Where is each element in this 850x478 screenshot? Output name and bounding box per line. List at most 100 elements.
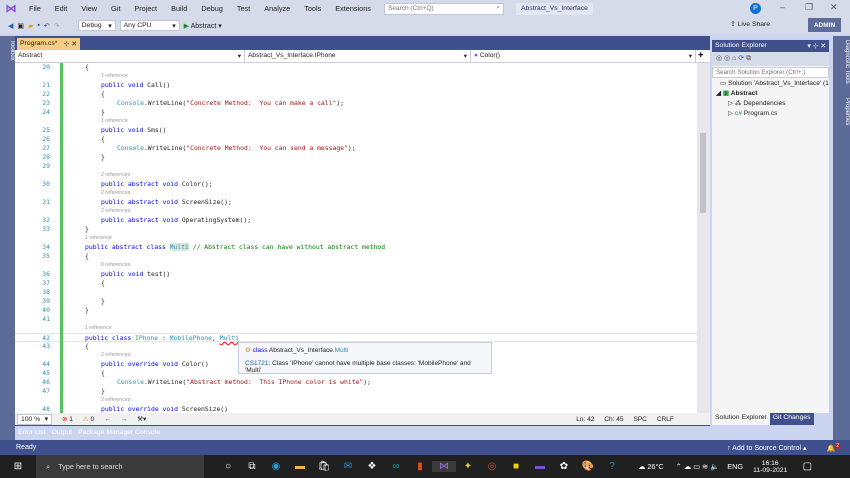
mail-icon[interactable]: ✉ <box>336 461 360 472</box>
menu-view[interactable]: View <box>74 4 104 13</box>
paint-3d-icon[interactable]: ✿ <box>552 461 576 472</box>
close-icon[interactable]: ✕ <box>830 2 838 13</box>
code-lens-references[interactable]: 2 references <box>15 207 697 216</box>
tab-program-cs[interactable]: Program.cs* ⊹ ✕ <box>17 38 80 50</box>
whitespace-mode[interactable]: SPC <box>633 416 646 423</box>
add-to-source-control-button[interactable]: ↑ Add to Source Control ▴ <box>727 444 806 452</box>
tab-output[interactable]: Output <box>52 429 72 436</box>
edge-icon[interactable]: ◉ <box>264 461 288 472</box>
menu-test[interactable]: Test <box>230 4 257 13</box>
menu-edit[interactable]: Edit <box>48 4 75 13</box>
menu-project[interactable]: Project <box>127 4 164 13</box>
solution-search-input[interactable]: Search Solution Explorer (Ctrl+;) <box>712 67 829 78</box>
menu-build[interactable]: Build <box>164 4 194 13</box>
cortana-icon[interactable]: ○ <box>216 461 240 472</box>
run-button[interactable]: ▶ Abstract ▾ <box>184 22 222 30</box>
warnings-indicator[interactable]: ⚠ 0 <box>83 415 94 423</box>
tree-program-cs[interactable]: ▷ c# Program.cs <box>712 109 829 119</box>
error-code-link[interactable]: CS1721 <box>245 360 269 367</box>
restore-icon[interactable]: ❐ <box>805 2 813 13</box>
minimize-icon[interactable]: – <box>780 2 785 12</box>
member-dropdown[interactable]: ● Color() ▾ <box>471 50 696 62</box>
office-icon[interactable]: ▮ <box>408 461 432 472</box>
code-lens-references[interactable]: 2 references <box>15 189 697 198</box>
tab-properties[interactable]: Properties <box>833 98 850 125</box>
previous-issue-icon[interactable]: ← <box>104 416 111 423</box>
tree-dependencies[interactable]: ▷ ⁂ Dependencies <box>712 99 829 109</box>
admin-button[interactable]: ADMIN <box>808 18 841 32</box>
arduino-icon[interactable]: ∞ <box>384 461 408 472</box>
file-explorer-icon[interactable]: ▬ <box>288 461 312 472</box>
sticky-notes-icon[interactable]: ■ <box>504 461 528 472</box>
code-lens-references[interactable]: 2 references <box>15 396 697 405</box>
configuration-select[interactable]: Debug ▾ <box>77 20 116 31</box>
split-icon[interactable]: ✚ <box>696 50 706 62</box>
tab-error-list[interactable]: Error List <box>18 429 46 436</box>
tab-git-changes[interactable]: Git Changes <box>769 413 814 425</box>
avatar[interactable]: P <box>750 3 761 14</box>
open-icon[interactable]: ▰ <box>28 22 33 30</box>
save-icon[interactable]: ▪ <box>37 22 39 29</box>
errors-indicator[interactable]: ⊗ 1 <box>62 415 73 423</box>
code-text: public override void Color() <box>101 360 209 369</box>
action-center-icon[interactable]: ▢ <box>795 461 819 472</box>
close-panel-icon[interactable]: ▾ ⊹ ✕ <box>807 42 826 50</box>
code-lens-references[interactable]: 2 references <box>15 171 697 180</box>
cleanup-icon[interactable]: ⚒▾ <box>137 415 146 423</box>
notifications-icon[interactable]: 🔔2 <box>827 442 840 452</box>
visual-studio-icon[interactable]: ⋈ <box>432 461 456 472</box>
pin-icon[interactable]: ⊹ <box>64 41 70 48</box>
search-input[interactable]: Search (Ctrl+Q) ⌕ <box>384 3 504 15</box>
tab-package-manager-console[interactable]: Package Manager Console <box>78 429 160 436</box>
tree-project[interactable]: ◢ ▣ Abstract <box>712 89 829 99</box>
weather-widget[interactable]: ☁ 26°C <box>638 462 664 471</box>
undo-icon[interactable]: ↶ <box>44 22 50 30</box>
store-icon[interactable]: 🛍 <box>312 461 336 472</box>
navigate-back-icon[interactable]: ◀ <box>8 22 13 30</box>
clock[interactable]: 16:16 11-09-2021 <box>753 460 787 474</box>
tab-solution-explorer[interactable]: Solution Explorer <box>712 413 770 425</box>
redo-icon[interactable]: ↷ <box>54 22 60 30</box>
menu-debug[interactable]: Debug <box>194 4 230 13</box>
taskbar-search[interactable]: ⌕ Type here to search <box>36 455 204 478</box>
language-indicator[interactable]: ENG <box>727 462 743 471</box>
menu-analyze[interactable]: Analyze <box>257 4 297 13</box>
system-tray-icons[interactable]: ⌃ ☁ ▭ ≋ 🔈 <box>676 462 720 471</box>
live-share-button[interactable]: ⇪ Live Share <box>730 20 770 28</box>
menu-git[interactable]: Git <box>104 4 127 13</box>
code-lens-references[interactable]: 1 reference <box>15 117 697 126</box>
platform-select[interactable]: Any CPU ▾ <box>119 20 180 31</box>
zoom-select[interactable]: 100 % ▾ <box>17 413 52 425</box>
tree-solution[interactable]: ▭ Solution 'Abstract_Vs_Interface' (1 <box>712 79 829 89</box>
home-icon[interactable]: ◎ ◎ ⌂ <box>716 55 736 62</box>
python-icon[interactable]: ✦ <box>456 461 480 472</box>
terminal-icon[interactable]: ▬ <box>528 461 552 472</box>
code-lens-references[interactable]: 1 reference <box>15 72 697 81</box>
project-dropdown[interactable]: Abstract ▾ <box>15 50 245 62</box>
collapse-icon[interactable]: ⧉ <box>746 55 751 62</box>
tab-diagnostic-tools[interactable]: Diagnostic Tools <box>833 40 850 84</box>
toolbox-tab[interactable]: Toolbox <box>0 36 15 440</box>
dropbox-icon[interactable]: ❖ <box>360 461 384 472</box>
line-number: 32 <box>42 216 50 224</box>
scrollbar-thumb[interactable] <box>700 133 706 213</box>
paint-icon[interactable]: 🎨 <box>576 461 600 472</box>
next-issue-icon[interactable]: → <box>121 416 128 423</box>
menu-extensions[interactable]: Extensions <box>328 4 378 13</box>
vertical-scrollbar[interactable] <box>697 63 710 413</box>
type-dropdown[interactable]: Abstract_Vs_Interface.IPhone ▾ <box>245 50 471 62</box>
code-lens-references[interactable]: 1 reference <box>15 234 697 243</box>
code-lens-references[interactable]: 0 references <box>15 261 697 270</box>
windows-start-icon[interactable]: ⊞ <box>0 461 36 472</box>
help-icon[interactable]: ? <box>600 461 624 472</box>
line-ending[interactable]: CRLF <box>657 416 674 423</box>
new-item-icon[interactable]: ▣ <box>17 22 24 30</box>
sync-icon[interactable]: ⟳ <box>738 55 744 62</box>
task-view-icon[interactable]: ⧉ <box>240 461 264 472</box>
code-token: public override void <box>101 405 182 413</box>
code-lens-references[interactable]: 1 reference <box>15 324 697 333</box>
menu-file[interactable]: File <box>22 4 48 13</box>
menu-tools[interactable]: Tools <box>297 4 328 13</box>
close-tab-icon[interactable]: ✕ <box>71 41 77 48</box>
chrome-icon[interactable]: ◎ <box>480 461 504 472</box>
